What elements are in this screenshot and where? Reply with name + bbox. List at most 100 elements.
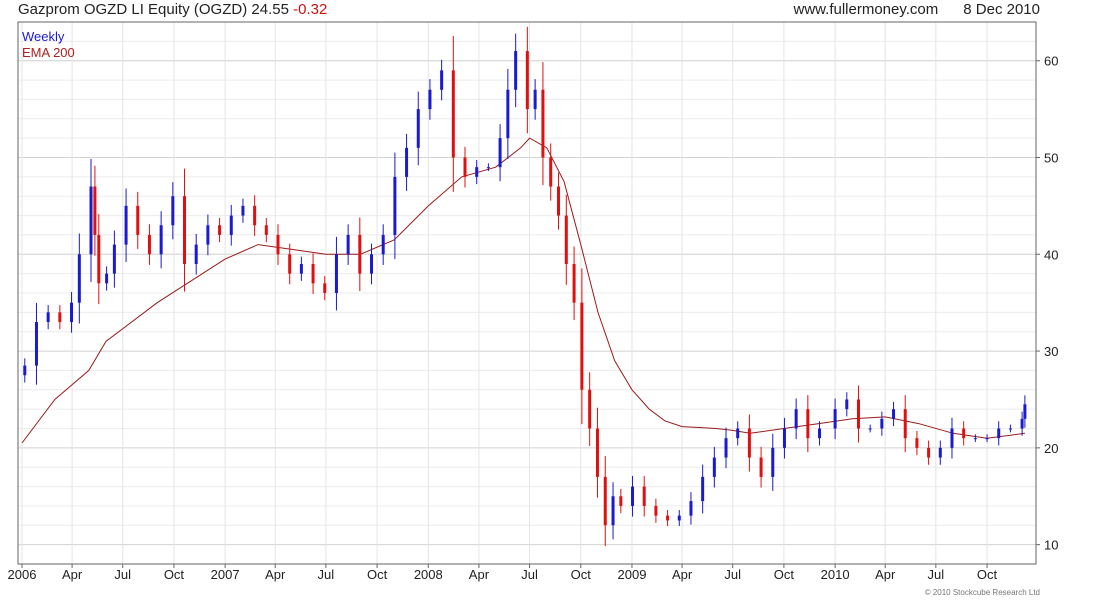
candle-body xyxy=(833,409,837,429)
candle-body xyxy=(759,457,763,477)
x-tick-label: Apr xyxy=(469,567,490,582)
x-tick-label: 2008 xyxy=(414,567,443,582)
candle-body xyxy=(880,418,884,429)
candle-body xyxy=(46,312,50,323)
candle-body xyxy=(381,234,385,255)
candle-body xyxy=(701,476,705,502)
x-tick-label: 2009 xyxy=(618,567,647,582)
x-tick-label: Jul xyxy=(318,567,335,582)
candle-body xyxy=(557,186,561,216)
candle-body xyxy=(276,234,280,255)
candle-body xyxy=(915,438,919,448)
candle-body xyxy=(299,263,303,274)
y-tick-label: 10 xyxy=(1044,538,1058,553)
y-tick-label: 40 xyxy=(1044,247,1058,262)
y-tick-label: 60 xyxy=(1044,54,1058,69)
x-tick-label: Oct xyxy=(571,567,592,582)
candle-body xyxy=(323,283,327,293)
candle-body xyxy=(34,322,38,366)
candle-body xyxy=(892,409,896,419)
candle-body xyxy=(1008,428,1012,430)
candle-body xyxy=(1023,404,1027,419)
x-tick-label: Oct xyxy=(774,567,795,582)
candle-body xyxy=(927,447,931,458)
candle-body xyxy=(724,438,728,458)
y-tick-label: 30 xyxy=(1044,344,1058,359)
candle-body xyxy=(136,205,140,235)
candle-body xyxy=(549,157,553,187)
candle-body xyxy=(183,196,187,264)
candle-body xyxy=(218,225,222,235)
candle-body xyxy=(463,157,467,177)
x-tick-label: Apr xyxy=(672,567,693,582)
candle-body xyxy=(288,254,292,274)
candle-body xyxy=(124,205,128,245)
candle-body xyxy=(938,447,942,458)
x-tick-label: Jul xyxy=(928,567,945,582)
candle-body xyxy=(77,254,81,303)
candle-body xyxy=(806,409,810,439)
candle-body xyxy=(370,254,374,274)
candle-body xyxy=(1020,418,1024,429)
candle-body xyxy=(514,51,518,90)
x-tick-label: 2010 xyxy=(821,567,850,582)
candle-body xyxy=(229,215,233,235)
candle-body xyxy=(147,234,151,255)
price-chart: 10 20 30 40 50 60 2006 Apr Jul Oct 2007 Apr Jul Oct 20… xyxy=(8,21,1058,582)
candle-body xyxy=(334,254,338,293)
x-tick-label: Oct xyxy=(164,567,185,582)
candle-body xyxy=(405,147,409,177)
copyright-notice: © 2010 Stockcube Research Ltd xyxy=(924,588,1040,597)
candle-body xyxy=(712,457,716,477)
candle-body xyxy=(595,428,599,477)
candle-body xyxy=(541,89,545,158)
candle-body xyxy=(241,205,245,216)
candle-body xyxy=(677,515,681,521)
candle-body xyxy=(253,205,257,226)
candle-body xyxy=(962,428,966,439)
candle-body xyxy=(747,428,751,458)
candle-body xyxy=(89,186,93,255)
candle-body xyxy=(997,428,1001,439)
candle-body xyxy=(818,428,822,439)
candle-body xyxy=(525,51,529,110)
candle-body xyxy=(311,263,315,284)
x-tick-label: Apr xyxy=(265,567,286,582)
candle-body xyxy=(451,70,455,158)
y-tick-label: 50 xyxy=(1044,151,1058,166)
candle-body xyxy=(588,389,592,429)
candle-body xyxy=(654,505,658,516)
candle-body xyxy=(206,225,210,245)
candle-body xyxy=(533,89,537,110)
candle-body xyxy=(97,234,101,284)
candle-body xyxy=(973,438,977,440)
candle-body xyxy=(358,234,362,274)
candle-body xyxy=(159,225,163,255)
candle-body xyxy=(642,486,646,506)
x-tick-label: Oct xyxy=(977,567,998,582)
candle-body xyxy=(486,167,490,169)
candle-body xyxy=(631,486,635,506)
candle-body xyxy=(171,196,175,226)
candle-body xyxy=(794,409,798,429)
candle-body xyxy=(498,138,502,168)
candle-body xyxy=(666,515,670,521)
candle-body xyxy=(736,428,740,439)
candle-body xyxy=(985,438,989,440)
candle-body xyxy=(856,399,860,429)
candle-body xyxy=(264,225,268,235)
candle-body xyxy=(580,302,584,390)
candle-body xyxy=(93,186,97,235)
candle-body xyxy=(845,399,849,410)
candle-body xyxy=(58,312,62,323)
candle-body xyxy=(112,244,116,274)
x-tick-label: Jul xyxy=(114,567,131,582)
candle-body xyxy=(346,234,350,255)
candle-body xyxy=(416,109,420,148)
candle-body xyxy=(23,365,27,376)
x-tick-label: 2006 xyxy=(8,567,37,582)
x-tick-label: 2007 xyxy=(211,567,240,582)
candle-body xyxy=(689,501,693,516)
x-tick-label: Jul xyxy=(724,567,741,582)
candle-body xyxy=(194,244,198,264)
